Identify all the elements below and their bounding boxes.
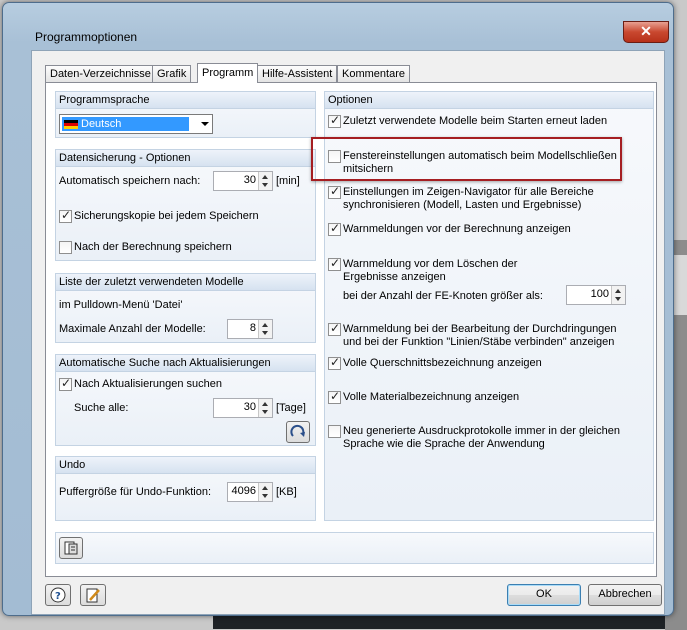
refresh-icon — [290, 424, 305, 437]
max-models-stepper[interactable]: 8 — [227, 319, 273, 339]
pulldown-label: im Pulldown-Menü 'Datei' — [59, 299, 183, 311]
option-label: Volle Querschnittsbezeichnung anzeigen — [343, 357, 542, 369]
tab-hilfe-assistent[interactable]: Hilfe-Assistent — [257, 65, 338, 82]
german-flag-icon — [64, 120, 78, 129]
arrow-down-icon[interactable] — [615, 297, 621, 301]
group-recent-models: Liste der zuletzt verwendeten Modelle im… — [55, 273, 316, 343]
stepper-arrows[interactable] — [611, 286, 625, 304]
default-settings-icon — [64, 541, 78, 555]
autosave-value: 30 — [243, 174, 256, 186]
option-label: Sprache wie die Sprache der Anwendung — [343, 438, 545, 450]
arrow-down-icon[interactable] — [262, 410, 268, 414]
arrow-down-icon[interactable] — [262, 183, 268, 187]
group-header: Programmsprache — [56, 92, 315, 109]
close-button[interactable]: ✕ — [623, 21, 669, 43]
stepper-arrows[interactable] — [258, 483, 272, 501]
autosave-label: Automatisch speichern nach: — [59, 175, 201, 187]
undo-buffer-label: Puffergröße für Undo-Funktion: — [59, 486, 212, 498]
group-updates: Automatische Suche nach Aktualisierungen… — [55, 354, 316, 446]
fe-nodes-value: 100 — [590, 288, 609, 300]
max-models-label: Maximale Anzahl der Modelle: — [59, 323, 206, 335]
interval-unit: [Tage] — [276, 402, 306, 414]
autosave-stepper[interactable]: 30 — [213, 171, 273, 191]
update-search-checkbox[interactable] — [59, 376, 72, 391]
undo-buffer-unit: [KB] — [276, 486, 297, 498]
help-button[interactable]: ? — [45, 584, 71, 606]
panel-bottom-bar — [55, 532, 654, 564]
option-label: Warnmeldung bei der Bearbeitung der Durc… — [343, 323, 617, 335]
interval-stepper[interactable]: 30 — [213, 398, 273, 418]
option-checkbox[interactable] — [328, 355, 341, 370]
option-label: Volle Materialbezeichnung anzeigen — [343, 391, 520, 403]
option-label: Neu generierte Ausdruckprotokolle immer … — [343, 425, 620, 437]
option-label: Zuletzt verwendete Modelle beim Starten … — [343, 115, 608, 127]
arrow-down-icon[interactable] — [262, 331, 268, 335]
group-header: Liste der zuletzt verwendeten Modelle — [56, 274, 315, 291]
undo-buffer-value: 4096 — [231, 485, 256, 497]
option-checkbox[interactable] — [328, 321, 341, 336]
group-header: Datensicherung - Optionen — [56, 150, 315, 167]
edit-icon — [86, 588, 100, 603]
tab-daten-verzeichnisse[interactable]: Daten-Verzeichnisse — [45, 65, 156, 82]
option-label: Einstellungen im Zeigen-Navigator für al… — [343, 186, 594, 198]
autosave-unit: [min] — [276, 175, 300, 187]
undo-buffer-stepper[interactable]: 4096 — [227, 482, 273, 502]
language-selected-value: Deutsch — [62, 117, 189, 131]
interval-value: 30 — [243, 401, 256, 413]
option-checkbox[interactable] — [328, 425, 341, 438]
cancel-button[interactable]: Abbrechen — [588, 584, 662, 606]
group-undo: Undo Puffergröße für Undo-Funktion: 4096… — [55, 456, 316, 521]
group-programmsprache: Programmsprache Deutsch — [55, 91, 316, 138]
arrow-up-icon[interactable] — [262, 175, 268, 179]
option-label: Warnmeldungen vor der Berechnung anzeige… — [343, 223, 571, 235]
ok-button[interactable]: OK — [507, 584, 581, 606]
option-label: Ergebnisse anzeigen — [343, 271, 446, 283]
arrow-up-icon[interactable] — [262, 402, 268, 406]
fe-nodes-stepper[interactable]: 100 — [566, 285, 626, 305]
option-checkbox[interactable] — [328, 221, 341, 236]
update-search-label: Nach Aktualisierungen suchen — [74, 378, 222, 390]
after-calc-label: Nach der Berechnung speichern — [74, 241, 232, 253]
svg-text:?: ? — [55, 591, 61, 602]
tab-kommentare[interactable]: Kommentare — [337, 65, 410, 82]
default-settings-button[interactable] — [59, 537, 83, 559]
option-label: synchronisieren (Modell, Lasten und Erge… — [343, 199, 582, 211]
group-header: Automatische Suche nach Aktualisierungen — [56, 355, 315, 372]
edit-button[interactable] — [80, 584, 106, 606]
interval-label: Suche alle: — [74, 402, 129, 414]
option-label: Warnmeldung vor dem Löschen der — [343, 258, 518, 270]
fe-nodes-label: bei der Anzahl der FE-Knoten größer als: — [343, 290, 543, 302]
options-dialog: Programmoptionen ✕ Daten-Verzeichnisse G… — [2, 2, 674, 616]
language-label: Deutsch — [81, 118, 122, 130]
chevron-down-icon — [201, 122, 209, 126]
option-checkbox[interactable] — [328, 389, 341, 404]
after-calc-checkbox[interactable] — [59, 241, 72, 254]
arrow-up-icon[interactable] — [615, 289, 621, 293]
stepper-arrows[interactable] — [258, 399, 272, 417]
backup-checkbox[interactable] — [59, 208, 72, 223]
arrow-up-icon[interactable] — [262, 486, 268, 490]
stepper-arrows[interactable] — [258, 320, 272, 338]
group-header: Optionen — [325, 92, 653, 109]
highlight-frame — [311, 137, 622, 181]
group-datensicherung: Datensicherung - Optionen Automatisch sp… — [55, 149, 316, 261]
group-header: Undo — [56, 457, 315, 474]
arrow-up-icon[interactable] — [262, 323, 268, 327]
max-models-value: 8 — [249, 322, 256, 334]
backup-label: Sicherungskopie bei jedem Speichern — [74, 210, 259, 222]
tab-grafik[interactable]: Grafik — [152, 65, 192, 82]
refresh-button[interactable] — [286, 421, 310, 443]
tab-programm[interactable]: Programm — [197, 63, 259, 83]
arrow-down-icon[interactable] — [262, 494, 268, 498]
dialog-client: Daten-Verzeichnisse Grafik Programm Hilf… — [31, 50, 665, 615]
language-select[interactable]: Deutsch — [59, 114, 213, 134]
stepper-arrows[interactable] — [258, 172, 272, 190]
dialog-title: Programmoptionen — [35, 30, 138, 44]
option-checkbox[interactable] — [328, 184, 341, 199]
option-label: und bei der Funktion "Linien/Stäbe verbi… — [343, 336, 615, 348]
help-icon: ? — [50, 587, 66, 603]
option-checkbox[interactable] — [328, 256, 341, 271]
option-checkbox[interactable] — [328, 113, 341, 128]
